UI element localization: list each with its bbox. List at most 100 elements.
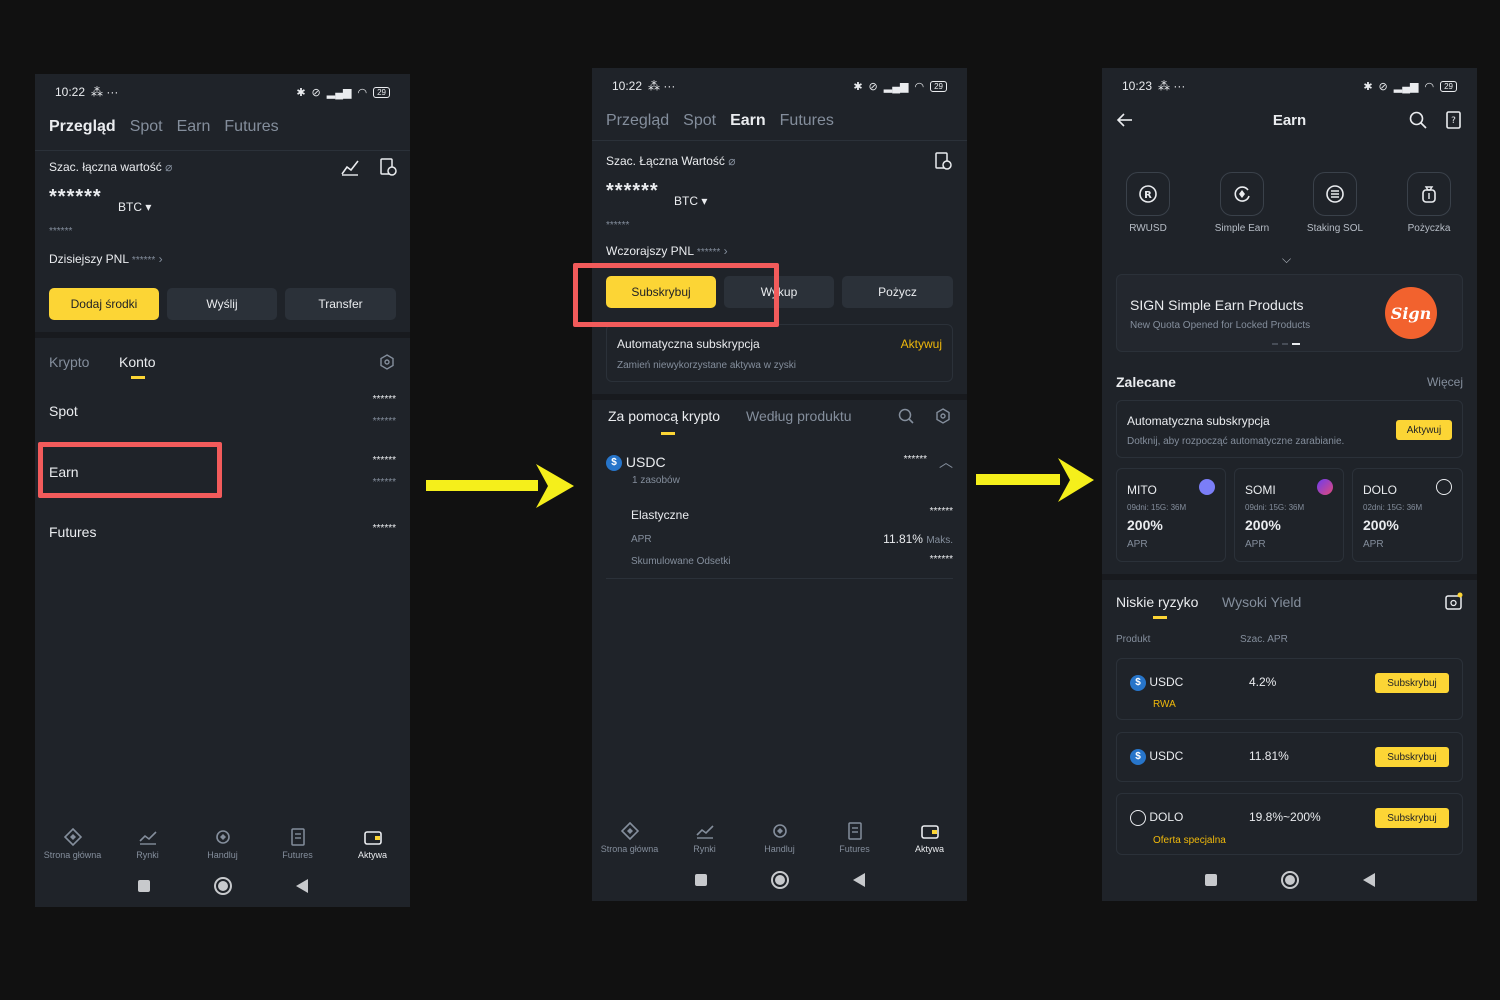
subtab-by-product[interactable]: Według produktu [746,408,852,424]
currency-selector[interactable]: BTC ▾ [674,194,707,208]
asset-usdc-row[interactable]: $ USDC [606,454,666,472]
add-funds-button[interactable]: Dodaj środki [49,288,159,320]
nav-assets[interactable]: Aktywa [336,828,410,860]
tab-spot[interactable]: Spot [683,112,716,130]
token-apr: 200% [1245,517,1281,533]
nav-markets[interactable]: Rynki [668,822,742,854]
sub-balance-masked: ****** [606,220,630,231]
nav-markets[interactable]: Rynki [111,828,185,860]
hide-eye-icon[interactable]: ⌀ [728,154,735,168]
tab-spot[interactable]: Spot [130,118,163,136]
tab-earn[interactable]: Earn [177,118,211,136]
carousel-dots [1272,343,1300,345]
tab-low-risk[interactable]: Niskie ryzyko [1116,594,1198,610]
back-triangle-icon[interactable] [295,879,308,893]
home-circle-icon[interactable] [770,871,789,889]
subscribe-button[interactable]: Subskrybuj [1375,673,1449,693]
arrow-right-icon [426,464,574,508]
history-icon[interactable] [379,158,397,176]
currency-selector[interactable]: BTC ▾ [118,200,151,214]
wallet-icon [363,831,382,845]
activate-link[interactable]: Aktywuj [901,337,942,351]
token-card-dolo[interactable]: DOLO 02dni: 15G: 36M 200% APR [1352,468,1463,562]
activate-button[interactable]: Aktywuj [1396,420,1452,440]
send-button[interactable]: Wyślij [167,288,277,320]
subtab-konto[interactable]: Konto [119,354,156,370]
nav-home[interactable]: Strona główna [36,828,110,860]
settings-hex-icon[interactable] [379,354,395,370]
nav-assets[interactable]: Aktywa [893,822,967,854]
back-triangle-icon[interactable] [852,873,865,887]
recent-apps-icon[interactable] [137,880,150,892]
nav-trade[interactable]: Handluj [743,822,817,854]
settings-hex-icon[interactable] [935,408,951,424]
product-flexible[interactable]: Elastyczne [631,508,689,522]
help-document-icon[interactable]: ? [1445,111,1463,129]
markets-icon [695,825,714,839]
product-row[interactable]: $ USDC 11.81% Subskrybuj [1116,732,1463,782]
product-name: DOLO [1130,810,1183,826]
recent-apps-icon[interactable] [1204,874,1217,886]
status-bar: 10:23 ⁂ ··· ✱ ⊘ ▂▄▆ ◠ 29 [1122,78,1457,94]
home-circle-icon[interactable] [1280,871,1299,889]
token-card-mito[interactable]: MITO 09dni: 15G: 36M 200% APR [1116,468,1226,562]
search-icon[interactable] [1409,111,1427,129]
borrow-button[interactable]: Pożycz [842,276,953,308]
loan-label: Pożyczka [1407,223,1451,234]
status-time: 10:22 [612,79,643,93]
promo-banner[interactable]: SIGN Simple Earn Products New Quota Open… [1116,274,1463,352]
nav-home[interactable]: Strona główna [593,822,667,854]
history-icon[interactable] [934,152,952,170]
home-circle-icon[interactable] [213,877,232,895]
chevron-right-icon: › [158,252,163,266]
subtab-krypto[interactable]: Krypto [49,354,89,370]
auto-subscribe-card[interactable]: Automatyczna subskrypcja Zamień niewykor… [606,324,953,382]
back-triangle-icon[interactable] [1362,873,1375,887]
nav-futures[interactable]: Futures [818,822,892,854]
auto-subscribe-card[interactable]: Automatyczna subskrypcja Dotknij, aby ro… [1116,400,1463,458]
top-tabs: Przegląd Spot Earn Futures [49,118,279,136]
staking-sol-shortcut[interactable] [1313,172,1357,216]
loan-shortcut[interactable] [1407,172,1451,216]
subscribe-button[interactable]: Subskrybuj [1375,747,1449,767]
chart-icon[interactable] [341,158,359,176]
rwusd-shortcut[interactable]: R [1126,172,1170,216]
chevron-down-icon[interactable]: ⌵ [1282,252,1291,267]
tab-przeglad[interactable]: Przegląd [49,118,116,136]
subtab-by-crypto[interactable]: Za pomocą krypto [608,408,720,424]
token-meta: 02dni: 15G: 36M [1363,503,1423,512]
arrow-right-icon [976,458,1094,502]
transfer-button[interactable]: Transfer [285,288,396,320]
chevron-up-icon[interactable]: ︿ [939,452,953,472]
nav-futures[interactable]: Futures [261,828,335,860]
token-apr-label: APR [1245,539,1266,550]
account-futures[interactable]: Futures [49,524,96,540]
simple-earn-shortcut[interactable] [1220,172,1264,216]
product-apr: 4.2% [1249,675,1277,689]
product-tag: RWA [1153,699,1176,710]
product-row[interactable]: DOLO Oferta specjalna 19.8%~200% Subskry… [1116,793,1463,855]
tab-high-yield[interactable]: Wysoki Yield [1222,594,1301,610]
subscribe-button[interactable]: Subskrybuj [1375,808,1449,828]
recent-apps-icon[interactable] [694,874,707,886]
calendar-gift-icon[interactable] [1445,592,1463,610]
solana-icon [1326,185,1344,203]
search-icon[interactable] [898,408,914,424]
tab-earn[interactable]: Earn [730,112,766,130]
asset-count: 1 zasobów [632,475,680,486]
nav-trade[interactable]: Handluj [186,828,260,860]
svg-text:?: ? [1451,116,1456,126]
more-link[interactable]: Więcej [1427,375,1463,389]
pnl-row[interactable]: Wczorajszy PNL ****** › [606,244,728,258]
tab-futures[interactable]: Futures [780,112,834,130]
hide-eye-icon[interactable]: ⌀ [165,160,172,174]
product-tag: Oferta specjalna [1153,835,1226,846]
tab-przeglad[interactable]: Przegląd [606,112,669,130]
account-spot[interactable]: Spot [49,403,78,419]
product-row[interactable]: $ USDC RWA 4.2% Subskrybuj [1116,658,1463,720]
loan-bag-icon [1422,186,1436,203]
signal-icon: ▂▄▆ [326,86,352,99]
pnl-row[interactable]: Dzisiejszy PNL ****** › [49,252,163,266]
token-card-somi[interactable]: SOMI 09dni: 15G: 36M 200% APR [1234,468,1344,562]
tab-futures[interactable]: Futures [224,118,278,136]
